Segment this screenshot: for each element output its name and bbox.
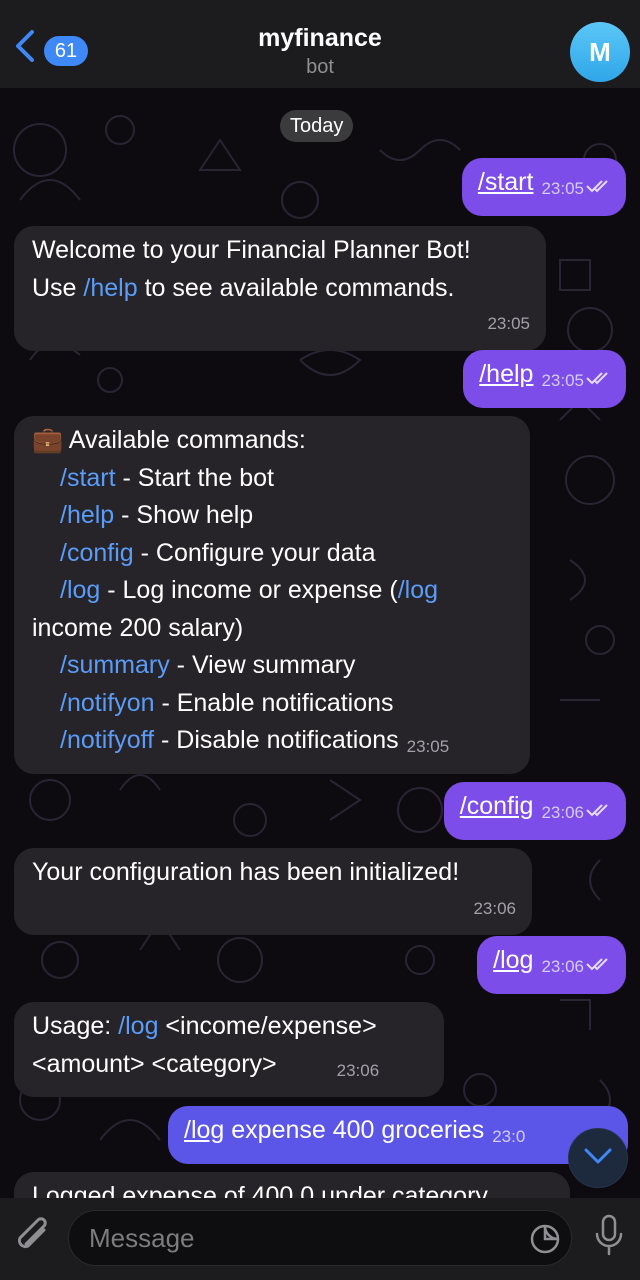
message-time: 23:0 bbox=[492, 1127, 526, 1146]
message-text: Welcome to your Financial Planner Bot! bbox=[32, 236, 471, 264]
message-input[interactable]: Message bbox=[68, 1210, 572, 1266]
chevron-down-icon bbox=[584, 1148, 612, 1164]
command-line: /summary - View summary bbox=[60, 651, 356, 679]
outgoing-message[interactable]: /start 23:05 bbox=[461, 158, 626, 216]
outgoing-message[interactable]: /help 23:05 bbox=[463, 350, 626, 408]
date-divider: Today bbox=[280, 110, 354, 142]
command-link[interactable]: /help bbox=[479, 360, 533, 388]
outgoing-message[interactable]: /config 23:06 bbox=[443, 782, 626, 840]
incoming-message[interactable]: Usage: /log <income/expense> <amount> <c… bbox=[14, 1002, 444, 1097]
chat-header: 61 myfinance bot M bbox=[0, 0, 640, 88]
message-time: 23:05 bbox=[541, 179, 584, 198]
incoming-message[interactable]: Welcome to your Financial Planner Bot! U… bbox=[14, 226, 546, 351]
command-line-wrap: income 200 salary) bbox=[32, 613, 244, 642]
message-text: expense 400 groceries bbox=[224, 1116, 485, 1144]
incoming-message[interactable]: Logged expense of 400.0 under category bbox=[14, 1172, 570, 1198]
command-line: /help - Show help bbox=[60, 501, 254, 529]
command-link[interactable]: /config bbox=[460, 792, 534, 820]
briefcase-icon: 💼 bbox=[32, 426, 64, 454]
message-time: 23:06 bbox=[541, 803, 584, 822]
message-text: Usage: /log <income/expense> bbox=[32, 1012, 377, 1040]
command-link[interactable]: /notifyoff bbox=[60, 726, 154, 754]
avatar[interactable]: M bbox=[570, 22, 630, 82]
message-text: Your configuration has been initialized! bbox=[32, 858, 460, 886]
incoming-message[interactable]: Your configuration has been initialized!… bbox=[14, 848, 532, 935]
command-link[interactable]: /log bbox=[398, 576, 438, 604]
command-line: /log - Log income or expense (/log bbox=[60, 576, 439, 604]
message-time: 23:05 bbox=[406, 737, 450, 756]
message-placeholder: Message bbox=[89, 1223, 195, 1253]
message-time: 23:06 bbox=[473, 898, 516, 918]
microphone-icon[interactable] bbox=[594, 1214, 624, 1258]
command-link[interactable]: /log bbox=[60, 576, 100, 604]
message-text: <amount> <category> 23:06 bbox=[32, 1046, 428, 1090]
double-check-icon bbox=[586, 372, 608, 385]
command-link[interactable]: /log bbox=[118, 1012, 158, 1040]
command-line: /notifyon - Enable notifications bbox=[60, 688, 394, 717]
outgoing-message[interactable]: /log 23:06 bbox=[477, 936, 626, 994]
command-link[interactable]: /start bbox=[60, 464, 116, 492]
command-link[interactable]: /help bbox=[83, 274, 137, 302]
chat-title[interactable]: myfinance bbox=[0, 24, 640, 53]
command-link[interactable]: /log bbox=[493, 946, 533, 974]
double-check-icon bbox=[586, 180, 608, 193]
paperclip-icon[interactable] bbox=[14, 1216, 54, 1260]
command-line: /config - Configure your data bbox=[60, 538, 376, 567]
message-text: Use /help to see available commands. bbox=[32, 273, 455, 302]
command-link[interactable]: /config bbox=[60, 539, 134, 567]
message-time: 23:06 bbox=[541, 957, 584, 976]
message-time: 23:05 bbox=[541, 371, 584, 390]
message-heading: 💼 Available commands: bbox=[32, 426, 306, 454]
command-link[interactable]: /notifyon bbox=[60, 689, 155, 717]
message-time: 23:06 bbox=[336, 1060, 380, 1080]
command-link[interactable]: /help bbox=[60, 501, 114, 529]
command-link[interactable]: /summary bbox=[60, 651, 170, 679]
command-link[interactable]: /log bbox=[184, 1116, 224, 1144]
double-check-icon bbox=[586, 958, 608, 971]
message-text: Logged expense of 400.0 under category bbox=[32, 1182, 488, 1198]
double-check-icon bbox=[586, 804, 608, 817]
sticker-icon[interactable] bbox=[529, 1223, 561, 1255]
command-link[interactable]: /start bbox=[478, 168, 534, 196]
message-composer: Message bbox=[0, 1198, 640, 1280]
command-line: /start - Start the bot bbox=[60, 463, 274, 492]
chat-subtitle: bot bbox=[306, 56, 334, 78]
outgoing-message[interactable]: /log expense 400 groceries 23:0 bbox=[168, 1106, 628, 1164]
command-line: /notifyoff - Disable notifications 23:05 bbox=[32, 722, 514, 766]
message-list[interactable]: Today /start 23:05 Welcome to your Financ… bbox=[0, 88, 640, 1198]
message-time: 23:05 bbox=[487, 314, 530, 333]
incoming-message[interactable]: 💼 Available commands: /start - Start the… bbox=[14, 416, 530, 774]
scroll-to-bottom-button[interactable] bbox=[568, 1128, 628, 1188]
